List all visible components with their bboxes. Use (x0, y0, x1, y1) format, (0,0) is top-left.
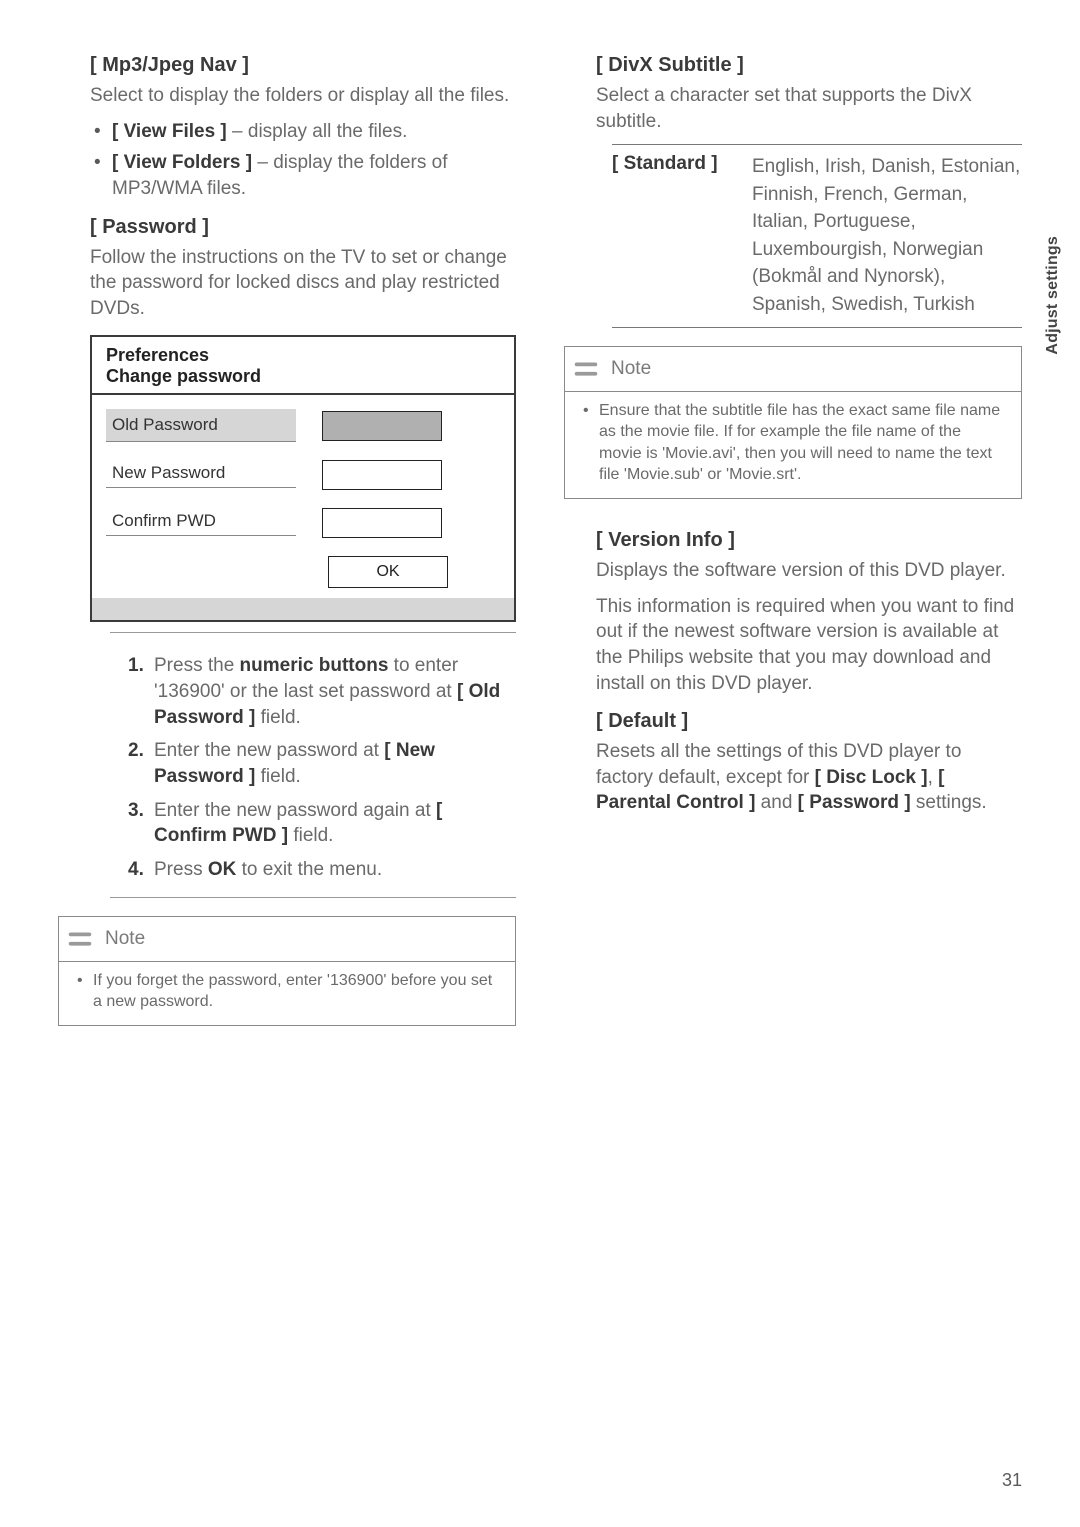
version-title: [ Version Info ] (596, 529, 1022, 552)
old-password-input[interactable] (322, 411, 442, 441)
new-password-label: New Password (106, 463, 296, 488)
view-files-item: [ View Files ] – display all the files. (90, 119, 516, 145)
default-body: Resets all the settings of this DVD play… (596, 739, 1022, 816)
view-folders-item: [ View Folders ] – display the folders o… (90, 150, 516, 201)
step-4: Press OK to exit the menu. (128, 857, 516, 883)
view-files-label: [ View Files ] (112, 121, 227, 142)
note-box-left: Note • If you forget the password, enter… (58, 916, 516, 1026)
note-icon (565, 349, 607, 389)
note-box-right: Note • Ensure that the subtitle file has… (564, 346, 1022, 499)
old-password-label: Old Password (106, 409, 296, 442)
note-body-right: • Ensure that the subtitle file has the … (565, 392, 1021, 498)
note-title-left: Note (101, 928, 145, 950)
version-body-2: This information is required when you wa… (596, 594, 1022, 697)
confirm-password-label: Confirm PWD (106, 511, 296, 536)
page-number: 31 (1002, 1470, 1022, 1491)
note-header-right: Note (565, 347, 1021, 391)
new-password-input[interactable] (322, 460, 442, 490)
left-column: [ Mp3/Jpeg Nav ] Select to display the f… (58, 40, 516, 1026)
right-column: [ DivX Subtitle ] Select a character set… (564, 40, 1022, 1026)
divx-title: [ DivX Subtitle ] (596, 54, 1022, 77)
steps-border: Press the numeric buttons to enter '1369… (110, 632, 516, 897)
standard-key: [ Standard ] (612, 153, 752, 318)
password-title: [ Password ] (90, 216, 516, 239)
note-body-left: • If you forget the password, enter '136… (59, 962, 515, 1025)
preferences-footer (92, 598, 514, 620)
old-password-row: Old Password (106, 409, 500, 442)
mp3-nav-title: [ Mp3/Jpeg Nav ] (90, 54, 516, 77)
view-files-rest: – display all the files. (227, 121, 408, 142)
view-folders-label: [ View Folders ] (112, 152, 252, 173)
step-2: Enter the new password at [ New Password… (128, 738, 516, 789)
confirm-password-row: Confirm PWD (106, 508, 500, 538)
version-body-1: Displays the software version of this DV… (596, 558, 1022, 584)
side-section-label: Adjust settings (1044, 236, 1062, 355)
note-title-right: Note (607, 358, 651, 380)
steps-list: Press the numeric buttons to enter '1369… (128, 653, 516, 882)
preferences-title: Preferences (106, 345, 500, 366)
standard-value: English, Irish, Danish, Estonian, Finnis… (752, 153, 1022, 318)
mp3-options-list: [ View Files ] – display all the files. … (90, 119, 516, 202)
step-1: Press the numeric buttons to enter '1369… (128, 653, 516, 730)
divx-body: Select a character set that supports the… (596, 83, 1022, 134)
preferences-body: Old Password New Password Confirm PWD OK (92, 395, 514, 598)
note-icon (59, 919, 101, 959)
preferences-subtitle: Change password (106, 366, 500, 387)
subtitle-table: [ Standard ] English, Irish, Danish, Est… (612, 144, 1022, 327)
mp3-nav-body: Select to display the folders or display… (90, 83, 516, 109)
default-title: [ Default ] (596, 710, 1022, 733)
step-3: Enter the new password again at [ Confir… (128, 798, 516, 849)
note-header-left: Note (59, 917, 515, 961)
confirm-password-input[interactable] (322, 508, 442, 538)
preferences-header: Preferences Change password (92, 337, 514, 395)
new-password-row: New Password (106, 460, 500, 490)
ok-button[interactable]: OK (328, 556, 448, 588)
password-body: Follow the instructions on the TV to set… (90, 245, 516, 322)
preferences-panel: Preferences Change password Old Password… (90, 335, 516, 622)
